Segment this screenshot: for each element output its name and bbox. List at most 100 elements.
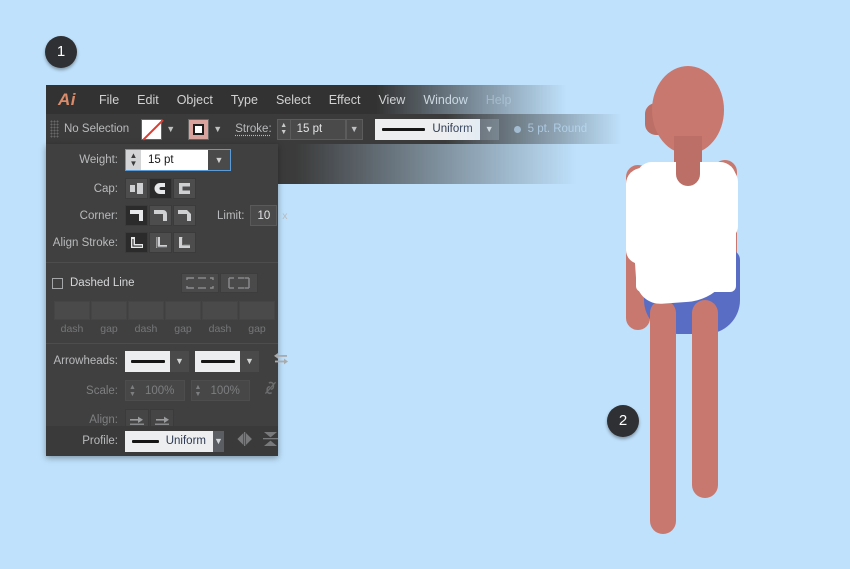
dashed-line-label: Dashed Line	[70, 277, 135, 289]
stroke-panel: Weight: ▲ ▼ 15 pt ▼ Cap: Corner: Limit: …	[46, 144, 288, 456]
weight-stepper[interactable]: ▲ ▼	[126, 149, 141, 170]
brush-definition-picker[interactable]: 5 pt. Round	[506, 119, 595, 140]
flip-along-button[interactable]	[263, 431, 278, 452]
round-cap-button[interactable]	[149, 178, 172, 199]
arrowhead-end-preview	[195, 350, 240, 372]
round-cap-icon	[154, 183, 165, 194]
weight-chevron-down-icon[interactable]: ▼	[208, 149, 230, 170]
limit-input[interactable]: 10	[250, 205, 278, 226]
gap-field-2-cell: gap	[165, 301, 201, 335]
gap-field-2[interactable]	[165, 301, 201, 320]
swap-arrowheads-button[interactable]	[273, 352, 289, 371]
menu-item-effect[interactable]: Effect	[320, 93, 370, 107]
align-inside-icon	[156, 237, 167, 248]
flip-across-button[interactable]	[236, 431, 253, 451]
stroke-weight-stepper[interactable]: ▲ ▼	[276, 118, 290, 140]
align-center-button[interactable]	[125, 232, 148, 253]
align-stroke-row: Align Stroke:	[46, 229, 278, 256]
figure-leg-right	[692, 300, 718, 498]
profile-picker[interactable]: Uniform	[125, 430, 213, 452]
align-stroke-button-group	[125, 232, 197, 253]
control-bar-grip[interactable]	[50, 120, 59, 138]
profile-value: Uniform	[165, 435, 206, 447]
link-scales-button[interactable]	[263, 380, 278, 401]
callout-badge-1[interactable]: 1	[45, 36, 77, 68]
gap-field-3[interactable]	[239, 301, 275, 320]
stroke-weight-value[interactable]: 15 pt	[289, 118, 346, 140]
scale-label: Scale:	[86, 384, 118, 397]
cap-button-group	[125, 178, 197, 199]
arrowhead-start-chevron-down-icon[interactable]: ▼	[170, 350, 189, 372]
menu-item-window[interactable]: Window	[414, 93, 476, 107]
control-bar-profile-chevron-down-icon[interactable]: ▼	[479, 118, 499, 140]
dash-alignment-group	[180, 273, 258, 293]
corner-label: Corner:	[79, 209, 118, 222]
dash-field-3[interactable]	[202, 301, 238, 320]
weight-value[interactable]: 15 pt	[141, 154, 208, 166]
arrowhead-start-picker[interactable]: ▼	[125, 350, 189, 372]
figure-collar-notch	[676, 158, 700, 186]
app-logo: Ai	[58, 89, 76, 109]
scale-end-value: 100%	[210, 384, 240, 397]
dash-field-3-cell: dash	[202, 301, 238, 335]
dash-field-1-cell: dash	[54, 301, 90, 335]
menu-item-file[interactable]: File	[90, 93, 128, 107]
align-outside-button[interactable]	[173, 232, 196, 253]
menu-item-select[interactable]: Select	[267, 93, 320, 107]
dash-caption-1: dash	[60, 323, 84, 335]
butt-cap-button[interactable]	[125, 178, 148, 199]
callout-badge-2[interactable]: 2	[607, 405, 639, 437]
menu-bar: Ai File Edit Object Type Select Effect V…	[46, 85, 606, 114]
projecting-cap-button[interactable]	[173, 178, 196, 199]
arrowhead-scale-row: Scale: ▲ ▼ 100% ▲ ▼ 100%	[46, 376, 278, 405]
figure-leg-left	[650, 300, 676, 534]
bevel-join-button[interactable]	[173, 205, 196, 226]
weight-input-group[interactable]: ▲ ▼ 15 pt ▼	[125, 148, 231, 171]
stroke-color-swatch[interactable]	[188, 118, 210, 140]
align-outside-icon	[179, 237, 190, 248]
control-bar-profile-picker[interactable]: Uniform	[374, 118, 480, 140]
align-inside-button[interactable]	[149, 232, 172, 253]
gap-caption-3: gap	[248, 323, 266, 335]
butt-cap-icon	[130, 183, 143, 194]
dashes-preserve-exact-button[interactable]	[181, 273, 219, 293]
arrowhead-end-picker[interactable]: ▼	[195, 350, 259, 372]
dashed-line-row: Dashed Line	[46, 270, 278, 296]
fill-chevron-down-icon[interactable]: ▼	[162, 119, 179, 140]
scale-end-stepper[interactable]: ▲ ▼	[192, 381, 205, 400]
scale-end-input[interactable]: ▲ ▼ 100%	[190, 380, 250, 401]
projecting-cap-icon	[179, 183, 190, 194]
link-broken-icon	[264, 381, 277, 395]
dashes-adjust-to-corners-button[interactable]	[220, 273, 258, 293]
scale-start-input[interactable]: ▲ ▼ 100%	[125, 380, 185, 401]
dashed-line-checkbox[interactable]	[52, 277, 63, 289]
dashes-preserve-exact-icon	[186, 277, 214, 289]
scale-start-stepper[interactable]: ▲ ▼	[126, 381, 139, 400]
stroke-weight-chevron-down-icon[interactable]: ▼	[345, 118, 363, 140]
miter-join-button[interactable]	[125, 205, 148, 226]
arrowhead-start-preview	[125, 350, 170, 372]
stroke-weight-label: Stroke:	[235, 123, 272, 135]
profile-chevron-down-icon[interactable]: ▼	[213, 430, 224, 452]
gap-field-3-cell: gap	[239, 301, 275, 335]
stroke-chevron-down-icon[interactable]: ▼	[209, 119, 226, 140]
arrowheads-label: Arrowheads:	[53, 355, 118, 367]
arrowhead-end-chevron-down-icon[interactable]: ▼	[240, 350, 259, 372]
round-join-button[interactable]	[149, 205, 172, 226]
stroke-swatch-inner	[193, 123, 205, 135]
menu-item-help[interactable]: Help	[477, 93, 521, 107]
place-arrow-at-end-icon	[155, 416, 169, 425]
no-arrowhead-icon-2	[200, 359, 235, 363]
round-join-icon	[154, 210, 167, 221]
menu-item-object[interactable]: Object	[168, 93, 222, 107]
menu-item-edit[interactable]: Edit	[128, 93, 168, 107]
uniform-profile-icon	[381, 127, 426, 131]
gap-field-1[interactable]	[91, 301, 127, 320]
gap-field-1-cell: gap	[91, 301, 127, 335]
menu-item-view[interactable]: View	[369, 93, 414, 107]
dash-field-1[interactable]	[54, 301, 90, 320]
menu-item-type[interactable]: Type	[222, 93, 267, 107]
swap-arrowheads-icon	[274, 352, 288, 364]
dash-field-2[interactable]	[128, 301, 164, 320]
none-fill-swatch[interactable]	[141, 118, 164, 140]
